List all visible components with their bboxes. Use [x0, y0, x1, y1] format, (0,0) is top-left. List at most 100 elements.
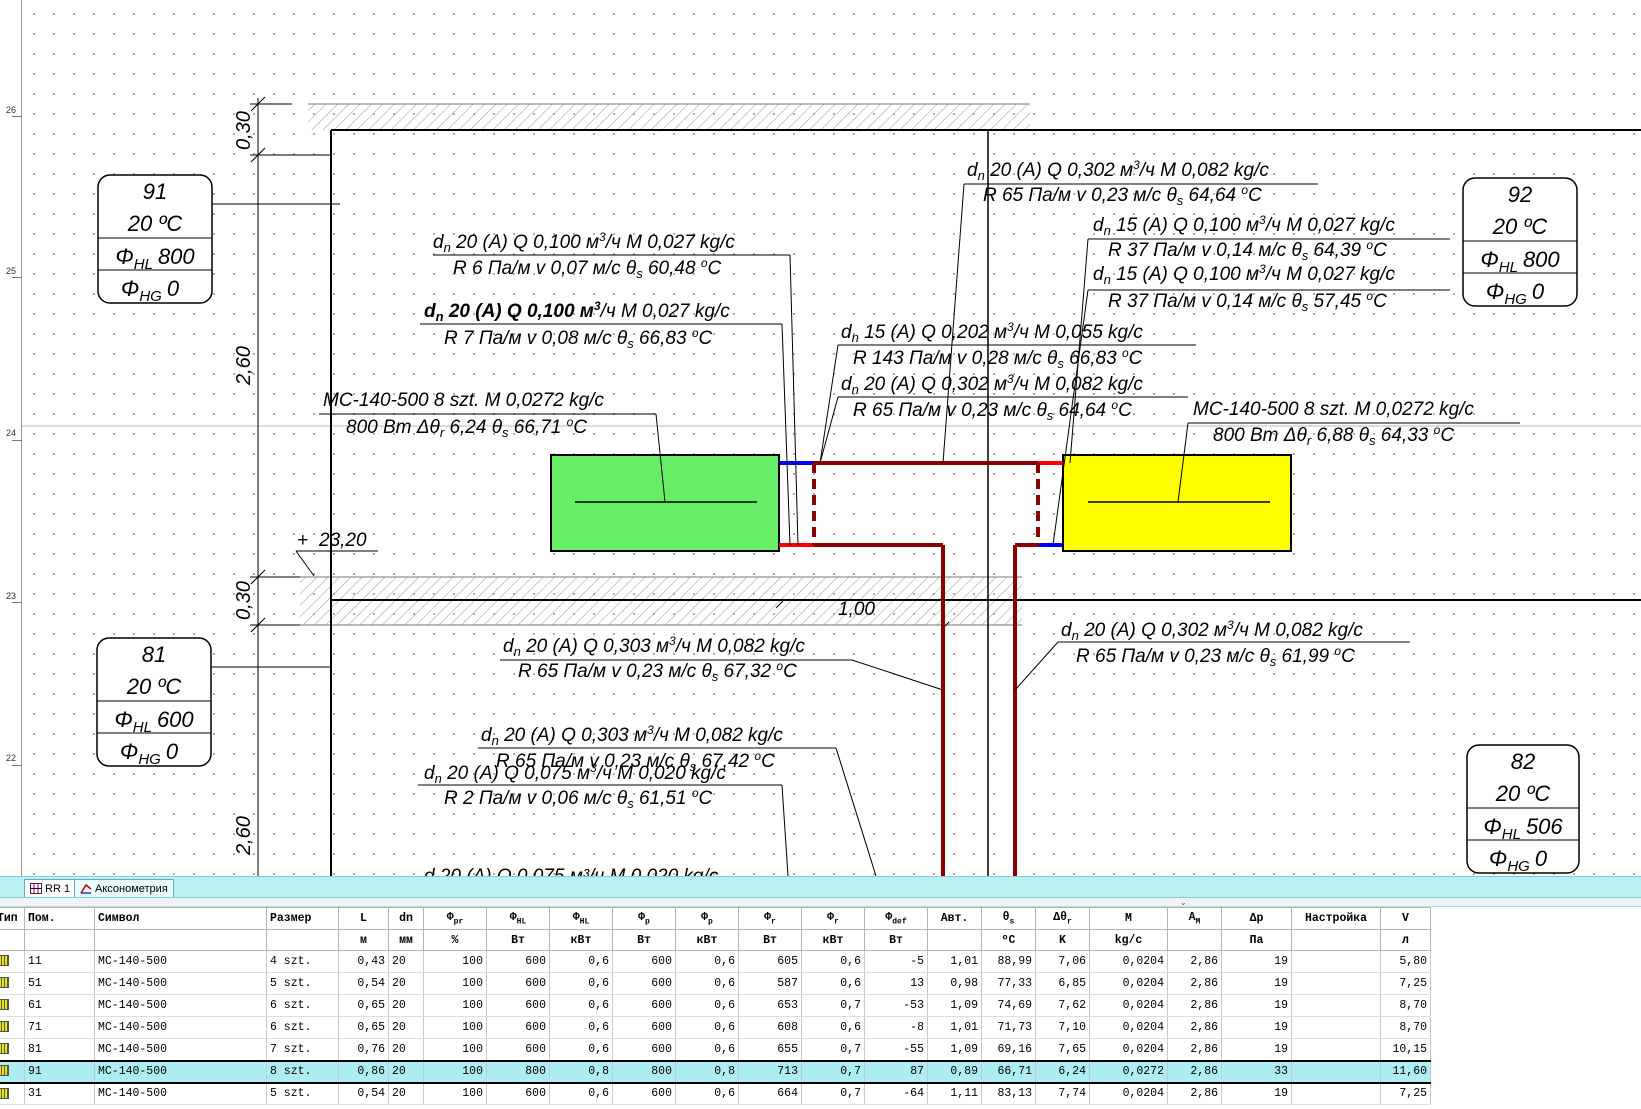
table-cell[interactable]: 0,6: [549, 1082, 613, 1105]
table-cell[interactable]: 1,11: [927, 1082, 982, 1105]
table-row[interactable]: 71 MC-140-500 6 szt. 0,65 20 100 600 0,6 600 0,6 6…: [0, 1016, 1431, 1039]
radiator-left[interactable]: [550, 454, 780, 552]
table-cell[interactable]: 0,6: [549, 1038, 613, 1061]
table-cell[interactable]: 0,86: [338, 1059, 389, 1084]
table-cell[interactable]: 2,86: [1167, 994, 1222, 1017]
table-cell[interactable]: 100: [423, 1038, 487, 1061]
table-cell[interactable]: 0,6: [675, 1082, 739, 1105]
table-cell[interactable]: 0,6: [675, 1016, 739, 1039]
table-cell[interactable]: 0,6: [675, 972, 739, 995]
column-header[interactable]: Символ: [94, 907, 267, 930]
table-row[interactable]: 11 MC-140-500 4 szt. 0,43 20 100 600 0,6 600 0,6 6…: [0, 950, 1431, 973]
table-cell[interactable]: 100: [423, 972, 487, 995]
table-cell[interactable]: 600: [486, 994, 550, 1017]
table-cell[interactable]: 0,0204: [1089, 994, 1168, 1017]
table-cell[interactable]: 19: [1221, 1038, 1292, 1061]
table-cell[interactable]: 0,8: [549, 1059, 613, 1084]
table-cell[interactable]: 19: [1221, 950, 1292, 973]
table-cell[interactable]: 600: [486, 972, 550, 995]
table-cell[interactable]: 0,43: [338, 950, 389, 973]
column-header[interactable]: Φpr: [423, 907, 487, 930]
table-cell[interactable]: 655: [738, 1038, 802, 1061]
table-cell[interactable]: 20: [388, 950, 424, 973]
room-tag-81[interactable]: 81 20 ºC ΦHL 600 ΦHG 0: [96, 637, 212, 768]
table-cell[interactable]: 600: [612, 950, 676, 973]
table-cell[interactable]: 0,7: [801, 1082, 865, 1105]
column-header[interactable]: Авт.: [927, 907, 982, 930]
table-cell[interactable]: 0,0204: [1089, 950, 1168, 973]
tab-axonometry[interactable]: Аксонометрия: [74, 879, 174, 897]
table-cell[interactable]: 20: [388, 1082, 424, 1105]
row-type-cell[interactable]: [0, 950, 25, 973]
table-cell[interactable]: 1,01: [927, 950, 982, 973]
table-splitter[interactable]: ⌄: [0, 898, 1641, 907]
table-cell[interactable]: 20: [388, 1038, 424, 1061]
table-cell[interactable]: 1,01: [927, 1016, 982, 1039]
column-header[interactable]: θs: [981, 907, 1036, 930]
table-cell[interactable]: 7,25: [1380, 1082, 1431, 1105]
table-cell[interactable]: 600: [612, 972, 676, 995]
table-cell[interactable]: 0,6: [801, 950, 865, 973]
column-header[interactable]: Φr: [801, 907, 865, 930]
table-cell[interactable]: 0,6: [675, 950, 739, 973]
table-cell[interactable]: 6,24: [1035, 1059, 1090, 1084]
column-header[interactable]: L: [338, 907, 389, 930]
table-cell[interactable]: 19: [1221, 1082, 1292, 1105]
table-cell[interactable]: 0,6: [549, 994, 613, 1017]
table-cell[interactable]: [1291, 950, 1381, 973]
table-cell[interactable]: 0,0272: [1089, 1059, 1168, 1084]
table-cell[interactable]: 20: [388, 972, 424, 995]
row-type-cell[interactable]: [0, 1016, 25, 1039]
table-cell[interactable]: 800: [486, 1059, 550, 1084]
table-cell[interactable]: 51: [24, 972, 95, 995]
table-cell[interactable]: 2,86: [1167, 1016, 1222, 1039]
table-cell[interactable]: 33: [1221, 1059, 1292, 1084]
table-cell[interactable]: 8,70: [1380, 1016, 1431, 1039]
table-cell[interactable]: 10,15: [1380, 1038, 1431, 1061]
table-cell[interactable]: 20: [388, 994, 424, 1017]
table-cell[interactable]: 6 szt.: [266, 994, 339, 1017]
table-cell[interactable]: 6 szt.: [266, 1016, 339, 1039]
column-header[interactable]: ΦHL: [486, 907, 550, 930]
table-cell[interactable]: 800: [612, 1059, 676, 1084]
table-cell[interactable]: 100: [423, 1059, 487, 1084]
table-cell[interactable]: 88,99: [981, 950, 1036, 973]
table-cell[interactable]: 587: [738, 972, 802, 995]
row-type-cell[interactable]: [0, 1038, 25, 1061]
table-cell[interactable]: 7,25: [1380, 972, 1431, 995]
table-cell[interactable]: 0,7: [801, 1059, 865, 1084]
table-cell[interactable]: 0,65: [338, 994, 389, 1017]
table-cell[interactable]: [1291, 1059, 1381, 1084]
table-cell[interactable]: 77,33: [981, 972, 1036, 995]
column-header[interactable]: Пом.: [24, 907, 95, 930]
table-cell[interactable]: 4 szt.: [266, 950, 339, 973]
table-cell[interactable]: 71: [24, 1016, 95, 1039]
table-cell[interactable]: [1291, 972, 1381, 995]
table-cell[interactable]: MC-140-500: [94, 1082, 267, 1105]
table-cell[interactable]: 5,80: [1380, 950, 1431, 973]
table-cell[interactable]: 600: [486, 950, 550, 973]
table-cell[interactable]: 600: [486, 1016, 550, 1039]
table-cell[interactable]: MC-140-500: [94, 972, 267, 995]
table-cell[interactable]: 11: [24, 950, 95, 973]
table-cell[interactable]: 664: [738, 1082, 802, 1105]
table-row[interactable]: 81 MC-140-500 7 szt. 0,76 20 100 600 0,6 600 0,6 6…: [0, 1038, 1431, 1061]
table-row[interactable]: 91 MC-140-500 8 szt. 0,86 20 100 800 0,8 800 0,8 7…: [0, 1059, 1431, 1084]
radiator-right[interactable]: [1062, 454, 1292, 552]
table-cell[interactable]: 0,7: [801, 994, 865, 1017]
table-cell[interactable]: 2,86: [1167, 950, 1222, 973]
table-cell[interactable]: 713: [738, 1059, 802, 1084]
row-type-cell[interactable]: [0, 994, 25, 1017]
column-header[interactable]: Δp: [1221, 907, 1292, 930]
column-header[interactable]: Φp: [675, 907, 739, 930]
drawing-canvas[interactable]: 26 25 24 23 22 0,30 2,60 0,30 2,60 + 23,…: [0, 0, 1641, 876]
table-cell[interactable]: 600: [612, 1016, 676, 1039]
table-cell[interactable]: MC-140-500: [94, 950, 267, 973]
table-cell[interactable]: 0,54: [338, 1082, 389, 1105]
table-cell[interactable]: MC-140-500: [94, 994, 267, 1017]
table-cell[interactable]: -8: [864, 1016, 928, 1039]
table-cell[interactable]: 71,73: [981, 1016, 1036, 1039]
column-header[interactable]: V: [1380, 907, 1431, 930]
table-cell[interactable]: 2,86: [1167, 1082, 1222, 1105]
table-cell[interactable]: 0,0204: [1089, 1082, 1168, 1105]
